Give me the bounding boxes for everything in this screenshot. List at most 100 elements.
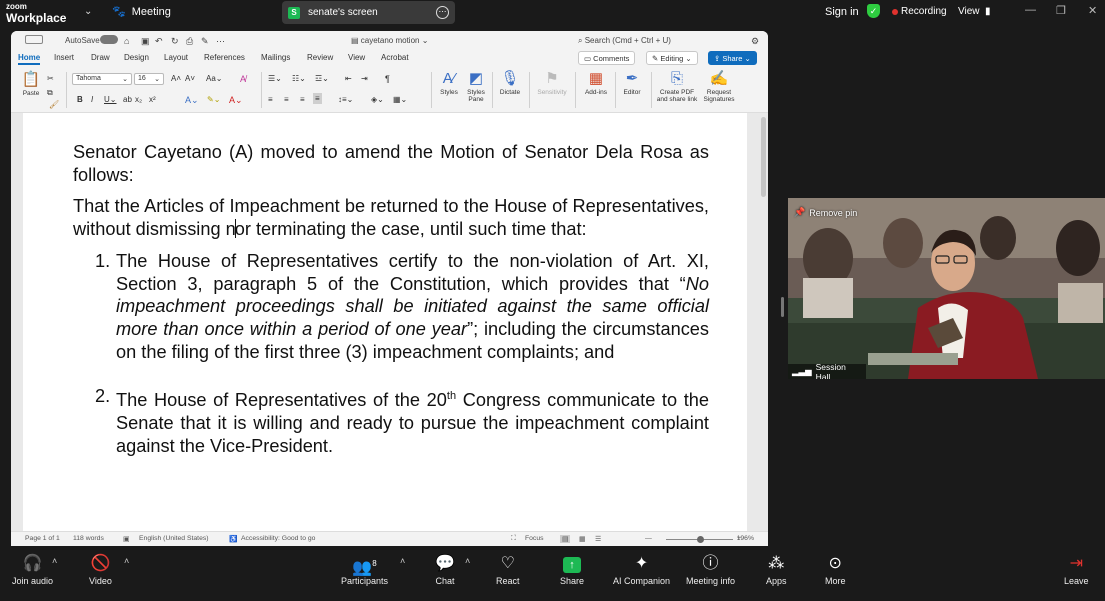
recording-indicator[interactable]: Recording — [892, 6, 947, 17]
print-icon[interactable]: ⎙ — [186, 36, 193, 47]
dictate-button[interactable]: 🎙 Dictate — [497, 69, 523, 96]
cut-icon[interactable]: ✂ — [47, 74, 54, 83]
share-button[interactable]: ⇪ Share ⌄ — [708, 51, 757, 65]
editor-button[interactable]: ✒ Editor — [618, 69, 646, 96]
panel-resize-handle[interactable] — [781, 297, 784, 317]
increase-indent-icon[interactable]: ⇥ — [361, 74, 368, 83]
search-box[interactable]: ⌕ Search (Cmd + Ctrl + U) — [578, 36, 671, 46]
font-color-icon[interactable]: A⌄ — [229, 95, 243, 106]
chevron-up-icon[interactable]: ˄ — [124, 556, 129, 566]
meeting-menu[interactable]: 🐾 Meeting — [112, 5, 171, 19]
underline-icon[interactable]: U⌄ — [104, 95, 116, 104]
tab-mailings[interactable]: Mailings — [261, 53, 290, 62]
web-layout-icon[interactable]: ▦ — [579, 535, 585, 543]
borders-icon[interactable]: ▦⌄ — [393, 95, 407, 104]
format-painter-icon[interactable]: ✎ — [201, 36, 209, 47]
more-icon[interactable]: ⋯ — [216, 36, 225, 47]
font-name-select[interactable]: Tahoma ⌄ — [72, 73, 132, 85]
proofing-icon[interactable]: ▣ — [123, 535, 129, 543]
settings-icon[interactable]: ⚙ — [751, 36, 759, 47]
subscript-icon[interactable]: x₂ — [135, 95, 142, 104]
copy-icon[interactable]: ⧉ — [47, 88, 53, 98]
focus-button[interactable]: Focus — [525, 535, 544, 542]
paste-button[interactable]: 📋 Paste — [19, 70, 43, 97]
chat-button[interactable]: 💬 Chat — [435, 554, 455, 586]
meeting-info-button[interactable]: ⓘ Meeting info — [686, 554, 735, 586]
tab-view[interactable]: View — [348, 53, 365, 62]
multilevel-list-icon[interactable]: ☲⌄ — [315, 74, 329, 83]
chevron-down-icon[interactable]: ⌄ — [84, 6, 92, 17]
view-button[interactable]: View ▮ — [958, 6, 991, 17]
grow-font-icon[interactable]: A˄ — [171, 74, 181, 83]
strikethrough-icon[interactable]: ab — [123, 95, 132, 104]
superscript-icon[interactable]: x² — [149, 95, 156, 104]
tab-review[interactable]: Review — [307, 53, 333, 62]
tab-references[interactable]: References — [204, 53, 245, 62]
leave-button[interactable]: ⇥ Leave — [1064, 554, 1089, 586]
print-layout-icon[interactable]: ▤ — [560, 535, 571, 543]
bullets-icon[interactable]: ☰⌄ — [268, 74, 282, 83]
font-size-select[interactable]: 16 ⌄ — [134, 73, 164, 85]
participant-video[interactable]: 📌 Remove pin ▂▃▅ Session Hall — [788, 198, 1105, 379]
autosave-toggle[interactable] — [100, 35, 118, 44]
decrease-indent-icon[interactable]: ⇤ — [345, 74, 352, 83]
tab-insert[interactable]: Insert — [54, 53, 74, 62]
vertical-scrollbar[interactable] — [761, 117, 766, 197]
numbering-icon[interactable]: ☷⌄ — [292, 74, 306, 83]
tab-design[interactable]: Design — [124, 53, 149, 62]
zoom-slider-thumb[interactable] — [697, 536, 704, 543]
text-effects-icon[interactable]: A⌄ — [185, 95, 199, 106]
align-center-icon[interactable]: ≡ — [284, 95, 289, 104]
sensitivity-button[interactable]: ⚑ Sensitivity — [533, 69, 571, 96]
page-count[interactable]: Page 1 of 1 — [25, 535, 60, 542]
restore-icon[interactable]: ❐ — [1056, 4, 1066, 17]
highlight-icon[interactable]: ✎⌄ — [207, 95, 220, 104]
more-options-icon[interactable]: ⋯ — [436, 6, 449, 19]
add-ins-button[interactable]: ▦ Add-ins — [581, 69, 611, 96]
align-right-icon[interactable]: ≡ — [300, 95, 305, 104]
join-audio-button[interactable]: 🎧 Join audio — [12, 554, 53, 586]
language[interactable]: English (United States) — [139, 535, 209, 542]
chevron-up-icon[interactable]: ˄ — [52, 556, 57, 566]
tab-draw[interactable]: Draw — [91, 53, 110, 62]
request-signatures-button[interactable]: ✍ Request Signatures — [701, 69, 737, 103]
save-icon[interactable]: ▣ — [141, 36, 150, 47]
more-button[interactable]: ⊙ More — [825, 554, 846, 586]
bold-icon[interactable]: B — [77, 95, 83, 104]
align-left-icon[interactable]: ≡ — [268, 95, 273, 104]
zoom-percent[interactable]: 196% — [737, 535, 754, 542]
create-pdf-button[interactable]: ⎘ Create PDF and share link — [654, 69, 700, 103]
participants-button[interactable]: 👥8 Participants — [341, 554, 388, 586]
ai-companion-button[interactable]: ✦ AI Companion — [613, 554, 670, 586]
comments-button[interactable]: ▭ Comments — [578, 51, 636, 65]
sign-in-link[interactable]: Sign in — [825, 6, 859, 18]
sidebar-toggle-icon[interactable] — [25, 35, 43, 44]
word-count[interactable]: 118 words — [73, 535, 104, 542]
react-button[interactable]: ♡ React — [496, 554, 520, 586]
document-title[interactable]: ▤ cayetano motion ⌄ — [351, 36, 428, 45]
apps-button[interactable]: ⁂ Apps — [766, 554, 787, 586]
line-spacing-icon[interactable]: ↕≡⌄ — [338, 95, 353, 104]
home-icon[interactable]: ⌂ — [124, 36, 129, 46]
shading-icon[interactable]: ◈⌄ — [371, 95, 384, 104]
justify-icon[interactable]: ≡ — [313, 93, 322, 104]
outline-icon[interactable]: ☰ — [595, 535, 601, 543]
document-body[interactable]: Senator Cayetano (A) moved to amend the … — [73, 141, 709, 458]
zoom-out-icon[interactable]: — — [645, 535, 652, 542]
screen-share-pill[interactable]: S senate's screen ⋯ — [282, 1, 455, 24]
show-formatting-icon[interactable]: ¶ — [385, 74, 390, 84]
redo-icon[interactable]: ↻ — [171, 36, 179, 47]
italic-icon[interactable]: I — [91, 95, 93, 104]
styles-button[interactable]: A⁄ Styles — [436, 69, 462, 96]
chevron-up-icon[interactable]: ˄ — [465, 556, 470, 566]
accessibility-status[interactable]: Accessibility: Good to go — [241, 535, 315, 542]
document-canvas[interactable]: Senator Cayetano (A) moved to amend the … — [11, 113, 768, 531]
document-page[interactable]: Senator Cayetano (A) moved to amend the … — [23, 113, 747, 531]
tab-acrobat[interactable]: Acrobat — [381, 53, 409, 62]
close-icon[interactable]: ✕ — [1088, 4, 1097, 17]
remove-pin-button[interactable]: 📌 Remove pin — [794, 207, 857, 218]
change-case-icon[interactable]: Aa⌄ — [206, 74, 223, 83]
minimize-icon[interactable]: — — [1025, 4, 1036, 16]
share-screen-button[interactable]: ↑ Share — [560, 554, 584, 586]
format-painter-icon[interactable]: 🖌 — [49, 100, 59, 109]
